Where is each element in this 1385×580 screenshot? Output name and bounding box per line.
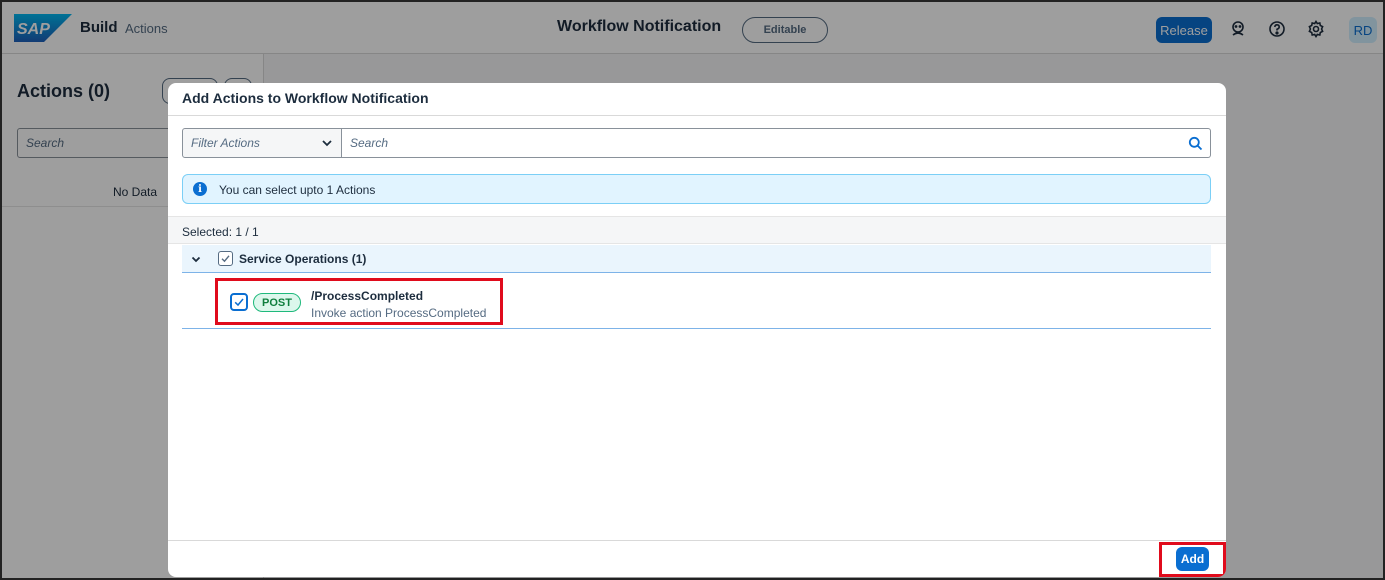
item-checkbox[interactable] <box>230 293 248 311</box>
divider <box>168 540 1226 541</box>
check-icon <box>234 298 244 307</box>
group-label: Service Operations (1) <box>239 252 367 266</box>
action-path: /ProcessCompleted <box>311 289 424 303</box>
group-checkbox[interactable] <box>218 251 233 266</box>
info-message: You can select upto 1 Actions <box>219 183 376 197</box>
add-button[interactable]: Add <box>1176 547 1209 571</box>
search-placeholder: Search <box>350 136 389 150</box>
info-message-strip: i You can select upto 1 Actions <box>182 174 1211 204</box>
group-row-service-operations[interactable]: Service Operations (1) <box>182 245 1211 273</box>
filter-actions-value: Filter Actions <box>191 136 260 150</box>
chevron-down-icon <box>322 140 332 147</box>
search-icon[interactable] <box>1188 136 1203 151</box>
filter-actions-select[interactable]: Filter Actions <box>182 128 342 158</box>
check-icon <box>221 255 230 263</box>
selection-count-bar: Selected: 1 / 1 <box>168 216 1226 244</box>
action-description: Invoke action ProcessCompleted <box>311 306 487 320</box>
dialog-title: Add Actions to Workflow Notification <box>182 90 429 106</box>
info-icon: i <box>193 182 207 196</box>
chevron-down-icon[interactable] <box>190 253 202 265</box>
selection-count: Selected: 1 / 1 <box>182 225 259 239</box>
search-input[interactable]: Search <box>342 128 1211 158</box>
list-item[interactable]: POST /ProcessCompleted Invoke action Pro… <box>182 273 1211 329</box>
divider <box>168 115 1226 116</box>
http-method-badge: POST <box>253 293 301 312</box>
app-frame: SAP Build Actions Workflow Notification … <box>0 0 1385 580</box>
add-actions-dialog: Add Actions to Workflow Notification Fil… <box>168 83 1226 577</box>
